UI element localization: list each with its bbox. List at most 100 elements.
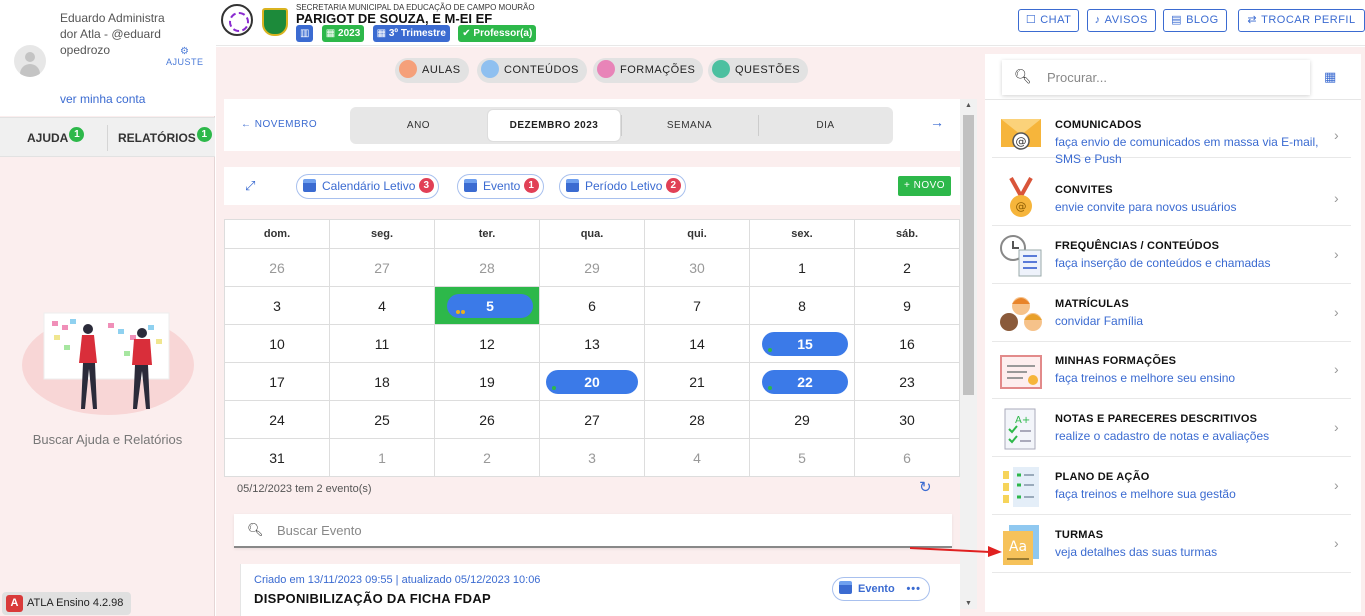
event-marker[interactable]: 22 — [762, 370, 848, 394]
event-tag[interactable]: Evento ••• — [832, 577, 930, 601]
view-year[interactable]: ANO — [350, 107, 487, 144]
day-cell[interactable]: 20 — [539, 362, 645, 401]
day-cell[interactable]: 1 — [329, 438, 435, 477]
svg-text:@: @ — [1016, 135, 1027, 148]
nav-questions-label: QUESTÕES — [735, 64, 801, 76]
shortcut-communications[interactable]: @ COMUNICADOS faça envio de comunicados … — [992, 101, 1351, 166]
day-cell[interactable]: 28 — [644, 400, 750, 439]
day-cell[interactable]: 22 — [749, 362, 855, 401]
chat-button[interactable]: ☐ CHAT — [1017, 9, 1080, 32]
day-cell[interactable]: 15 — [749, 324, 855, 363]
day-cell[interactable]: 27 — [539, 400, 645, 439]
shortcut-enrollments[interactable]: MATRÍCULAS convidar Família › — [992, 284, 1351, 342]
day-cell[interactable]: 26 — [434, 400, 540, 439]
event-marker[interactable]: 5 — [447, 294, 533, 318]
calendar-scrollbar[interactable]: ▲ ▼ — [960, 99, 977, 609]
role-chip[interactable]: ✔ Professor(a) — [458, 25, 537, 42]
day-cell[interactable]: 11 — [329, 324, 435, 363]
scrollbar-thumb[interactable] — [963, 115, 974, 395]
day-cell[interactable]: 18 — [329, 362, 435, 401]
event-marker[interactable]: 15 — [762, 332, 848, 356]
day-cell[interactable]: 25 — [329, 400, 435, 439]
day-cell[interactable]: 31 — [224, 438, 330, 477]
day-cell[interactable]: 4 — [644, 438, 750, 477]
grid-view-icon[interactable]: ▦ — [1324, 69, 1336, 85]
shortcut-my-trainings[interactable]: MINHAS FORMAÇÕES faça treinos e melhore … — [992, 342, 1351, 399]
day-cell[interactable]: 1 — [749, 248, 855, 287]
day-cell[interactable]: 2 — [854, 248, 960, 287]
event-card[interactable]: Criado em 13/11/2023 09:55 | atualizado … — [240, 564, 960, 616]
school-name[interactable]: PARIGOT DE SOUZA, E M-EI EF — [296, 11, 492, 26]
year-chip[interactable]: ▦ 2023 — [321, 25, 365, 42]
refresh-icon[interactable]: ↻ — [919, 478, 932, 496]
shortcut-invites[interactable]: @ CONVITES envie convite para novos usuá… — [992, 168, 1351, 226]
expand-icon[interactable]: ⤢ — [245, 178, 255, 194]
day-cell[interactable]: 8 — [749, 286, 855, 325]
nav-trainings[interactable]: FORMAÇÕES — [593, 58, 704, 83]
day-cell[interactable]: 23 — [854, 362, 960, 401]
day-cell[interactable]: 14 — [644, 324, 750, 363]
version-badge[interactable]: A ATLA Ensino 4.2.98 — [2, 592, 132, 615]
scroll-up-icon[interactable]: ▲ — [960, 102, 977, 109]
nav-questions[interactable]: QUESTÕES — [708, 58, 809, 83]
event-marker[interactable]: 20 — [546, 370, 638, 394]
settings-button[interactable]: ⚙ AJUSTE — [166, 47, 204, 68]
day-cell[interactable]: 17 — [224, 362, 330, 401]
my-account-link[interactable]: ver minha conta — [60, 92, 145, 106]
view-day[interactable]: DIA — [758, 107, 893, 144]
shortcut-action-plan[interactable]: PLANO DE AÇÃO faça treinos e melhore sua… — [992, 457, 1351, 515]
event-search-placeholder: Buscar Evento — [277, 523, 362, 538]
day-cell[interactable]: 29 — [749, 400, 855, 439]
day-cell[interactable]: 6 — [854, 438, 960, 477]
shortcut-grades[interactable]: A+ NOTAS E PARECERES DESCRITIVOS realize… — [992, 399, 1351, 457]
day-cell[interactable]: 4 — [329, 286, 435, 325]
day-cell[interactable]: 30 — [644, 248, 750, 287]
shortcut-search-input[interactable]: 🔍︎ Procurar... — [1002, 60, 1310, 95]
day-cell[interactable]: 10 — [224, 324, 330, 363]
day-cell[interactable]: 28 — [434, 248, 540, 287]
switch-profile-button[interactable]: ⇄ TROCAR PERFIL — [1238, 9, 1365, 32]
blog-button[interactable]: ▤ BLOG — [1163, 9, 1227, 32]
filter-event[interactable]: Evento 1 — [457, 174, 544, 199]
day-cell[interactable]: 7 — [644, 286, 750, 325]
day-cell[interactable]: 6 — [539, 286, 645, 325]
nav-contents[interactable]: CONTEÚDOS — [477, 58, 587, 83]
prev-month-label: NOVEMBRO — [254, 119, 318, 130]
day-cell[interactable]: 19 — [434, 362, 540, 401]
day-cell[interactable]: 29 — [539, 248, 645, 287]
stats-chip[interactable]: ▥ — [296, 25, 314, 42]
shortcut-classes[interactable]: Aa TURMAS veja detalhes das suas turmas … — [992, 515, 1351, 573]
day-cell[interactable]: 24 — [224, 400, 330, 439]
next-month-arrow-icon[interactable]: → — [930, 114, 944, 130]
day-cell[interactable]: 21 — [644, 362, 750, 401]
tab-reports[interactable]: RELATÓRIOS 1 — [118, 127, 212, 145]
day-cell-today[interactable]: 5 — [434, 286, 540, 325]
day-cell[interactable]: 16 — [854, 324, 960, 363]
day-cell[interactable]: 3 — [539, 438, 645, 477]
term-chip[interactable]: ▦ 3º Trimestre — [372, 25, 450, 42]
day-cell[interactable]: 13 — [539, 324, 645, 363]
nav-lessons[interactable]: AULAS — [395, 58, 469, 83]
day-cell[interactable]: 5 — [749, 438, 855, 477]
scroll-down-icon[interactable]: ▼ — [960, 600, 977, 607]
more-options-icon[interactable]: ••• — [906, 578, 921, 600]
prev-month-button[interactable]: ← NOVEMBRO — [241, 119, 317, 130]
filter-school-calendar[interactable]: Calendário Letivo 3 — [296, 174, 439, 199]
view-week[interactable]: SEMANA — [621, 107, 758, 144]
calendar-navigation: ← NOVEMBRO ANO DEZEMBRO 2023 SEMANA DIA … — [224, 99, 960, 151]
new-event-button[interactable]: + NOVO — [898, 176, 952, 196]
shortcut-attendance[interactable]: FREQUÊNCIAS / CONTEÚDOS faça inserção de… — [992, 226, 1351, 284]
view-month[interactable]: DEZEMBRO 2023 — [487, 109, 621, 142]
day-cell[interactable]: 26 — [224, 248, 330, 287]
avatar[interactable] — [14, 45, 46, 77]
day-cell[interactable]: 27 — [329, 248, 435, 287]
day-cell[interactable]: 12 — [434, 324, 540, 363]
day-cell[interactable]: 9 — [854, 286, 960, 325]
day-cell[interactable]: 3 — [224, 286, 330, 325]
filter-school-period[interactable]: Período Letivo 2 — [559, 174, 686, 199]
event-search-input[interactable]: 🔍︎ Buscar Evento — [234, 514, 952, 548]
day-cell[interactable]: 2 — [434, 438, 540, 477]
day-cell[interactable]: 30 — [854, 400, 960, 439]
tab-help[interactable]: AJUDA 1 — [27, 127, 85, 145]
notices-button[interactable]: ♪ AVISOS — [1086, 9, 1156, 32]
